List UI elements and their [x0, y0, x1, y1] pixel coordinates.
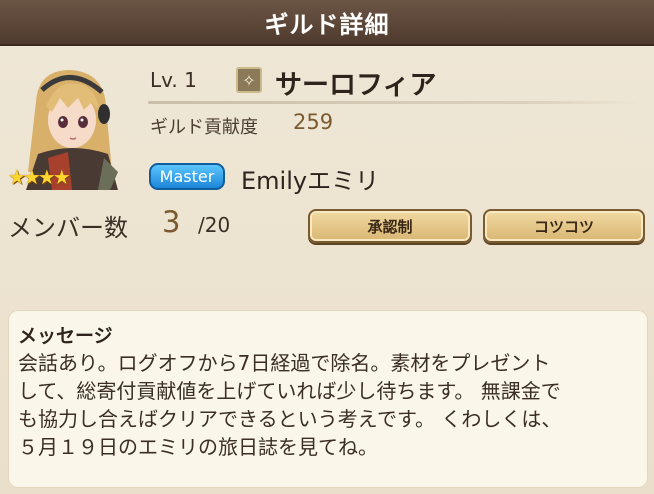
- members-label: メンバー数: [8, 214, 128, 242]
- play-style-button[interactable]: コツコツ: [483, 209, 645, 243]
- master-badge: Master: [149, 163, 225, 190]
- page-title: ギルド詳細: [264, 10, 390, 39]
- rarity-stars: ★ ★ ★ ★: [8, 165, 71, 189]
- contribution-value: 259: [293, 110, 334, 134]
- star-icon: ★: [52, 165, 71, 189]
- members-count: 3: [162, 205, 181, 239]
- divider: [148, 101, 642, 104]
- contribution-label: ギルド貢献度: [150, 117, 258, 138]
- master-name: Emilyエミリ: [241, 167, 380, 195]
- header-bar: ギルド詳細: [0, 0, 654, 46]
- approval-policy-button[interactable]: 承認制: [308, 209, 472, 243]
- guild-rank-icon: ✧: [236, 67, 262, 93]
- message-body: 会話あり。ログオフから7日経過で除名。素材をプレゼント して、総寄付貢献値を上げ…: [18, 351, 562, 459]
- message-title: メッセージ: [18, 325, 113, 347]
- guild-name: サーロフィア: [275, 70, 437, 101]
- guild-level: Lv. 1: [150, 68, 197, 92]
- members-max: /20: [198, 213, 231, 237]
